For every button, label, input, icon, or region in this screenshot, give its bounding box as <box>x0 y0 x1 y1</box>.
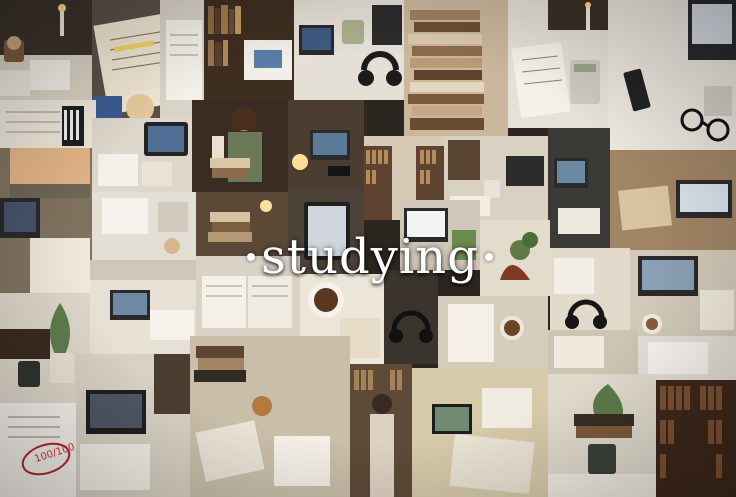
title-text: studying <box>261 229 479 285</box>
photo-tile-laptop-night <box>548 128 610 248</box>
photo-tile-notes-top <box>0 100 96 148</box>
photo-tile-old-library <box>656 380 736 497</box>
photo-tile-calculator-notes <box>508 0 608 128</box>
bullet-dot-right <box>484 253 493 261</box>
collage-title: studying <box>190 222 550 292</box>
photo-tile-headphones-notes <box>550 248 630 330</box>
photo-tile-books-notebook <box>190 336 350 497</box>
photo-tile-laptop-coffee <box>630 250 736 336</box>
photo-tile-book-stack <box>404 0 508 136</box>
photo-tile-candle-desk <box>0 0 92 100</box>
bullet-dot-left <box>247 253 256 261</box>
photo-tile-laptop-music <box>76 354 190 497</box>
photo-tile-library-shelves <box>350 364 412 497</box>
photo-tile-window-sunset <box>0 148 92 293</box>
photo-tile-papers-ipad <box>412 368 548 497</box>
photo-tile-ipad-desk <box>92 118 192 192</box>
photo-tile-plant-books <box>548 374 656 497</box>
photo-tile-laptop-papers <box>610 150 736 250</box>
photo-tile-white-desk <box>92 192 196 260</box>
photo-tile-headphones-laptop <box>294 0 404 100</box>
photo-tile-desk-strip <box>548 330 638 374</box>
photo-tile-laptop-glasses <box>608 0 736 150</box>
photo-tile-candle-laptop <box>288 100 364 190</box>
photo-tile-mug-papers <box>438 296 548 368</box>
photo-tile-girl-with-books <box>192 100 288 192</box>
photo-tile-bookshelf <box>204 0 294 100</box>
photo-tile-bed-laptop <box>90 260 200 354</box>
